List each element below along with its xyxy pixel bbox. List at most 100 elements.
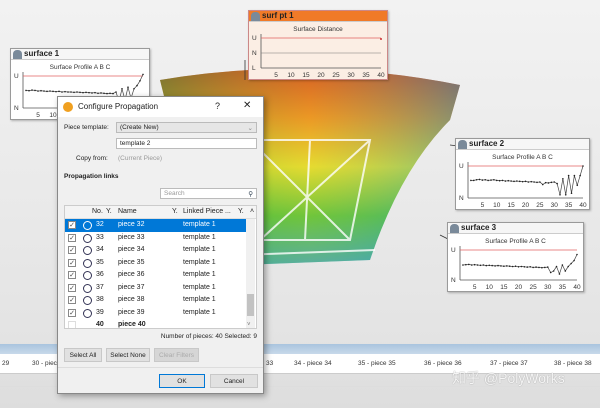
data-point [544,266,546,269]
data-point [73,91,75,94]
chart-header: surf pt 1 [249,11,387,22]
cancel-button[interactable]: Cancel [210,374,258,388]
probe-icon [251,12,260,21]
row-checkbox[interactable]: ✓ [68,246,76,254]
chart-surface-3[interactable]: surface 3 Surface Profile A B C U N 5 10 15 20… [447,222,584,292]
data-point [31,89,33,91]
timeline-item[interactable]: 35 - piece 35 [358,360,396,367]
row-checkbox[interactable]: ✓ [68,221,76,229]
table-row[interactable]: 40 piece 40 [65,319,247,328]
search-input[interactable]: Search ⚲ [160,188,257,199]
data-point [470,264,473,266]
filter-icon[interactable]: Y. [106,206,112,219]
propagation-icon [83,246,92,255]
scrollbar[interactable]: ˅ [246,219,255,328]
table-row[interactable]: ✓ 39 piece 39 template 1 [65,307,247,320]
select-all-button[interactable]: Select All [64,348,102,362]
select-none-button[interactable]: Select None [106,348,150,362]
filter-icon[interactable]: Y. [238,206,244,219]
clear-filters-button[interactable]: Clear Filters [154,348,199,362]
table-row[interactable]: ✓ 38 piece 38 template 1 [65,294,247,307]
row-linked-piece: template 1 [183,221,216,228]
data-point [539,181,541,183]
data-point [142,73,144,76]
row-linked-piece: template 1 [183,271,216,278]
template-name-input[interactable]: template 2 [116,138,257,149]
propagation-icon [83,283,92,293]
row-no: 32 [96,221,104,228]
y-label: U [459,163,464,170]
timeline-item[interactable]: 38 - piece 38 [554,360,592,367]
scroll-up-icon[interactable]: ˄ [250,206,254,219]
table-row[interactable]: ✓ 33 piece 33 template 1 [65,232,247,245]
y-label: N [14,105,19,112]
help-button[interactable]: ? [215,101,220,111]
chart-surf-pt-1[interactable]: surf pt 1 Surface Distance U N L 5 10 15 20 25 30… [248,10,388,80]
y-label: N [252,50,257,57]
data-point [472,179,475,182]
row-checkbox[interactable]: ✓ [68,258,76,267]
chart-title: surface 1 [24,49,60,58]
column-linked-piece[interactable]: Linked Piece ... [183,206,231,219]
piece-template-select[interactable]: (Create New) ⌄ [116,122,257,133]
column-no[interactable]: No. [92,206,103,219]
timeline-item[interactable]: 37 - piece 37 [490,360,528,367]
scroll-down-icon[interactable]: ˅ [247,322,251,328]
data-point [470,179,472,182]
data-point [523,266,526,268]
row-checkbox[interactable]: ✓ [68,296,76,304]
chart-header: surface 3 [448,223,583,234]
data-point [504,180,507,182]
row-linked-piece: template 1 [183,246,216,253]
chart-subtitle: Surface Profile A B C [492,154,553,161]
row-name: piece 39 [118,308,145,316]
x-tick-label: 15 [500,284,508,291]
data-point [549,271,552,274]
timeline-item[interactable]: 33 [266,360,273,367]
data-point [555,265,558,268]
row-no: 38 [96,296,104,303]
timeline-item[interactable]: 34 - piece 34 [294,360,332,367]
data-point [573,259,575,262]
data-point [532,266,534,269]
scrollbar-thumb[interactable] [247,294,254,316]
data-point [485,264,488,267]
timeline-item[interactable]: 29 [2,360,9,367]
table-row[interactable]: ✓ 36 piece 36 template 1 [65,269,247,282]
data-point [467,263,470,266]
timeline-item[interactable]: 36 - piece 36 [424,360,462,367]
row-checkbox[interactable] [68,321,76,328]
data-point [106,92,108,95]
table-row[interactable]: ✓ 35 piece 35 template 1 [65,257,247,270]
data-point [103,92,105,95]
ok-button[interactable]: OK [159,374,205,388]
copy-from-label: Copy from: [76,155,108,162]
table-row[interactable]: ✓ 32 piece 32 template 1 [65,219,247,232]
search-placeholder: Search [164,190,185,197]
data-point [564,194,567,196]
row-checkbox[interactable]: ✓ [68,233,76,242]
table-row[interactable]: ✓ 37 piece 37 template 1 [65,282,247,295]
row-no: 34 [96,246,104,253]
propagation-icon [83,233,92,243]
data-point [473,263,476,266]
data-point [573,174,576,177]
row-checkbox[interactable]: ✓ [68,271,76,279]
data-point [67,91,69,93]
data-point [479,264,482,267]
filter-icon[interactable]: Y. [172,206,178,219]
row-checkbox[interactable]: ✓ [68,283,76,292]
data-point [40,89,42,92]
chart-surface-2[interactable]: surface 2 Surface Profile A B C U N 5 10 15 20… [455,138,590,210]
data-point [558,273,561,275]
table-row[interactable]: ✓ 34 piece 34 template 1 [65,244,247,257]
chart-plot: Surface Distance U N L 5 10 15 20 25 30 35 40 [252,26,385,79]
piece-template-value: (Create New) [120,124,159,131]
data-point [127,86,129,88]
column-name[interactable]: Name [118,206,137,219]
search-icon: ⚲ [248,191,253,198]
data-point [503,265,505,267]
close-button[interactable]: ✕ [243,100,251,111]
row-checkbox[interactable]: ✓ [68,308,76,317]
row-name: piece 33 [118,233,145,241]
